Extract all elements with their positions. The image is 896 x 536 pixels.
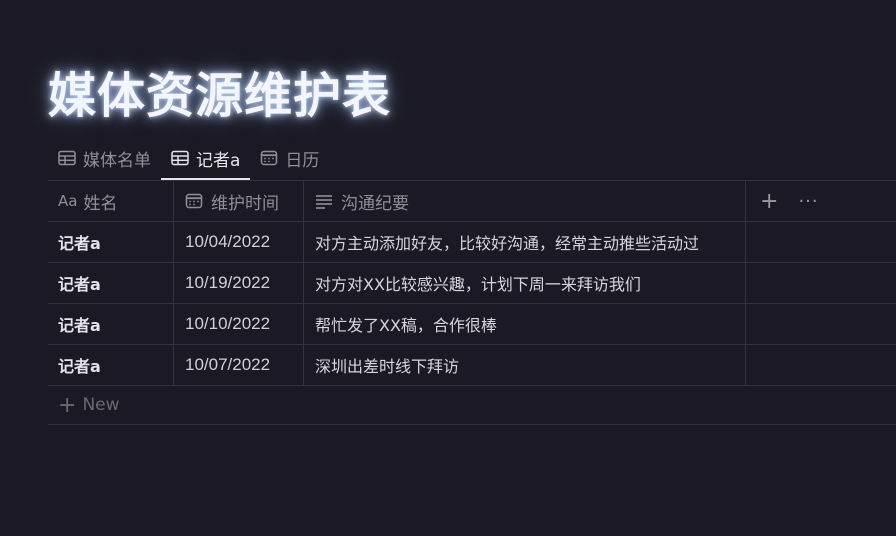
more-options-icon[interactable]: ··· <box>798 191 818 212</box>
column-label: 姓名 <box>83 193 118 214</box>
date-cell[interactable]: 10/19/2022 <box>174 263 304 303</box>
calendar-icon <box>260 150 278 166</box>
notes-cell[interactable]: 帮忙发了XX稿，合作很棒 <box>304 304 746 344</box>
empty-cell <box>746 304 896 344</box>
table-header: Aa 姓名 维护时间 沟通纪要 + ··· <box>48 180 896 221</box>
new-label: New <box>82 395 120 415</box>
name-cell[interactable]: 记者a <box>48 345 174 385</box>
empty-cell <box>746 263 896 303</box>
text-lines-icon <box>315 193 333 209</box>
column-label: 维护时间 <box>211 193 279 214</box>
table-row[interactable]: 记者a 10/04/2022 对方主动添加好友，比较好沟通，经常主动推些活动过 <box>48 221 896 262</box>
date-cell[interactable]: 10/07/2022 <box>174 345 304 385</box>
calendar-icon <box>185 193 203 209</box>
plus-icon: + <box>58 392 77 418</box>
column-header-notes[interactable]: 沟通纪要 <box>304 181 746 221</box>
add-new-row-button[interactable]: + New <box>48 385 896 425</box>
date-cell[interactable]: 10/04/2022 <box>174 222 304 262</box>
page-title: 媒体资源维护表 <box>48 68 392 124</box>
notes-cell[interactable]: 对方主动添加好友，比较好沟通，经常主动推些活动过 <box>304 222 746 262</box>
table-row[interactable]: 记者a 10/19/2022 对方对XX比较感兴趣，计划下周一来拜访我们 <box>48 262 896 303</box>
column-header-date[interactable]: 维护时间 <box>174 181 304 221</box>
notes-cell[interactable]: 深圳出差时线下拜访 <box>304 345 746 385</box>
name-cell[interactable]: 记者a <box>48 263 174 303</box>
tab-media-list[interactable]: 媒体名单 <box>48 136 161 180</box>
header-actions: + ··· <box>746 181 896 221</box>
add-column-button[interactable]: + <box>760 189 778 214</box>
view-tabs: 媒体名单 记者a 日历 <box>48 136 329 180</box>
notes-cell[interactable]: 对方对XX比较感兴趣，计划下周一来拜访我们 <box>304 263 746 303</box>
table-icon <box>171 150 189 166</box>
tab-calendar[interactable]: 日历 <box>250 136 329 180</box>
table-row[interactable]: 记者a 10/07/2022 深圳出差时线下拜访 <box>48 344 896 385</box>
table-icon <box>58 150 76 166</box>
name-cell[interactable]: 记者a <box>48 304 174 344</box>
page: 媒体资源维护表 媒体名单 记者a 日历 Aa 姓名 维护时间 沟通纪要 + ··… <box>0 0 896 536</box>
tab-reporter-a[interactable]: 记者a <box>161 136 251 180</box>
column-header-name[interactable]: Aa 姓名 <box>48 181 174 221</box>
column-label: 沟通纪要 <box>341 193 409 214</box>
empty-cell <box>746 222 896 262</box>
tab-label: 日历 <box>285 150 320 171</box>
table-row[interactable]: 记者a 10/10/2022 帮忙发了XX稿，合作很棒 <box>48 303 896 344</box>
tab-label: 记者a <box>196 150 241 171</box>
text-property-icon: Aa <box>58 192 78 210</box>
database-table: Aa 姓名 维护时间 沟通纪要 + ··· 记者a 10/04/2022 对方主… <box>48 180 896 425</box>
empty-cell <box>746 345 896 385</box>
date-cell[interactable]: 10/10/2022 <box>174 304 304 344</box>
name-cell[interactable]: 记者a <box>48 222 174 262</box>
tab-label: 媒体名单 <box>83 150 151 171</box>
